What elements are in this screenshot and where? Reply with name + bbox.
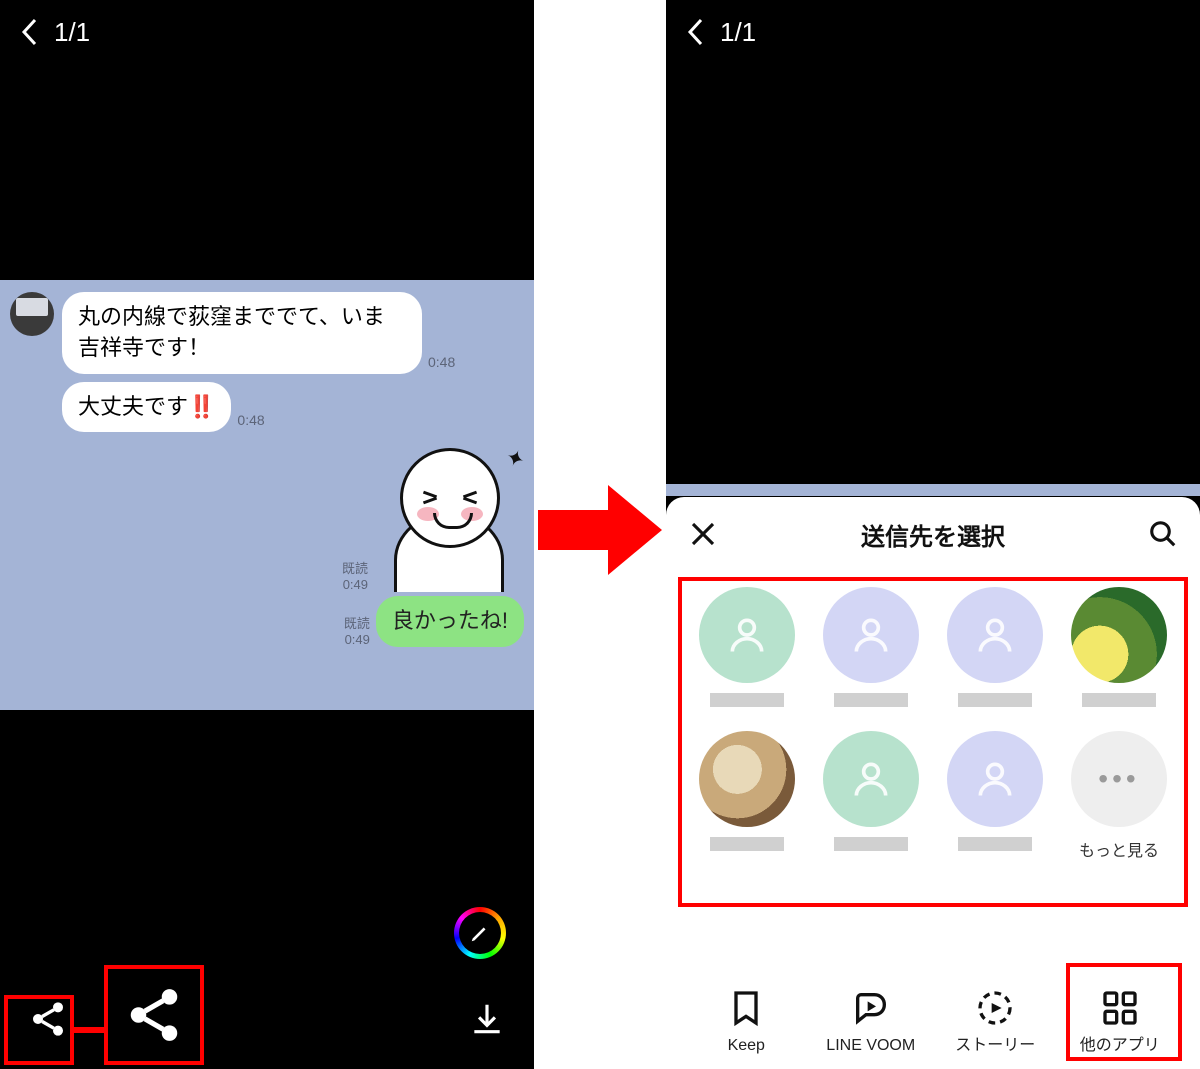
topbar: 1/1 (666, 0, 1200, 64)
share-story[interactable]: ストーリー (940, 988, 1050, 1055)
page-counter: 1/1 (720, 17, 756, 48)
read-receipt: 既読 0:49 (342, 561, 368, 592)
read-receipt: 既読 0:49 (344, 616, 370, 647)
bottom-toolbar (0, 969, 534, 1069)
search-icon[interactable] (1148, 519, 1178, 549)
timestamp: 0:48 (237, 412, 264, 428)
message-bubble-reply: 良かったね! (376, 596, 524, 647)
sheet-header: 送信先を選択 (666, 497, 1200, 571)
left-screen: 1/1 丸の内線で荻窪まででて、いま吉祥寺です！ 0:48 大丈夫です‼️ 0:… (0, 0, 534, 1069)
story-icon (975, 988, 1015, 1028)
sticker-moon: ✦ (374, 442, 524, 592)
highlight-connector (74, 1027, 104, 1033)
message-bubble-1: 丸の内線で荻窪まででて、いま吉祥寺です！ (62, 292, 422, 374)
share-keep[interactable]: Keep (691, 988, 801, 1055)
message-bubble-2: 大丈夫です‼️ (62, 382, 231, 433)
voom-icon (851, 988, 891, 1028)
edit-draw-button[interactable] (454, 907, 506, 959)
bookmark-icon (726, 988, 766, 1028)
arrow-icon (538, 480, 662, 580)
other-apps-highlight (1066, 963, 1182, 1061)
close-icon[interactable] (688, 519, 718, 549)
back-icon[interactable] (686, 17, 706, 47)
download-icon[interactable] (468, 1000, 506, 1038)
topbar: 1/1 (0, 0, 534, 64)
page-counter: 1/1 (54, 17, 90, 48)
chat-peek (666, 484, 1200, 496)
sheet-title: 送信先を選択 (861, 517, 1005, 552)
share-voom[interactable]: LINE VOOM (816, 988, 926, 1055)
share-sheet: 送信先を選択 •••もっと見る Keep LINE VOOM ストーリー 他 (666, 497, 1200, 1069)
share-icon-large[interactable] (123, 984, 185, 1046)
back-icon[interactable] (20, 17, 40, 47)
share-button-highlight (104, 965, 204, 1065)
avatar (10, 292, 54, 336)
share-button-highlight-small (4, 995, 74, 1065)
chat-screenshot: 丸の内線で荻窪まででて、いま吉祥寺です！ 0:48 大丈夫です‼️ 0:48 既… (0, 280, 534, 710)
right-screen: 1/1 送信先を選択 •••もっと見る Keep LINE VOOM (666, 0, 1200, 1069)
timestamp: 0:48 (428, 354, 455, 370)
